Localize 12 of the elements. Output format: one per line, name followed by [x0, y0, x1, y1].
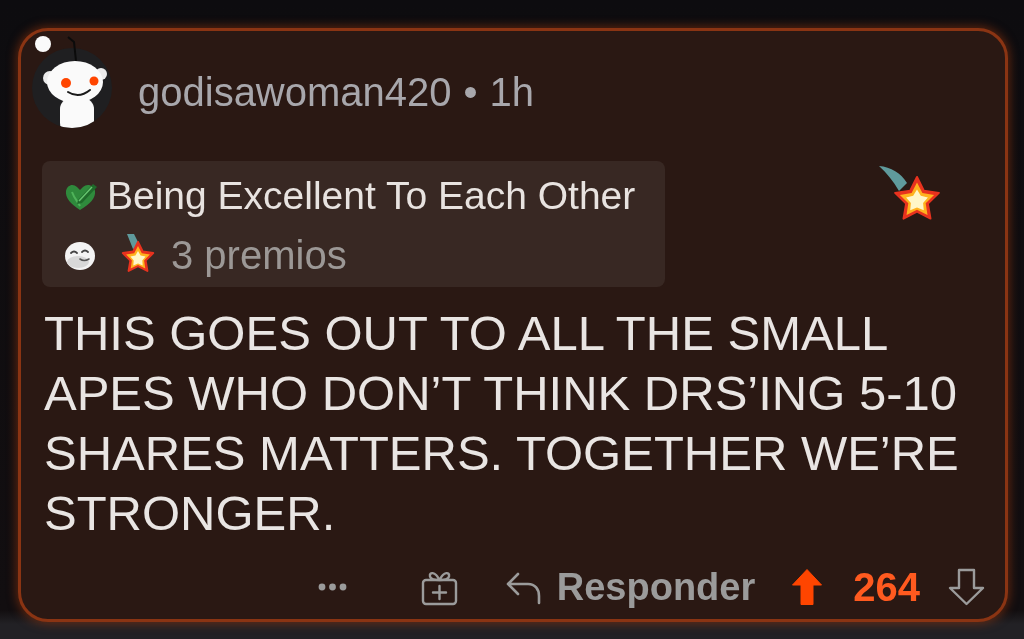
reply-button[interactable]: Responder: [504, 565, 756, 609]
username-link[interactable]: godisawoman420: [138, 69, 452, 115]
vote-score: 264: [853, 565, 920, 609]
award-count: 3 premios: [171, 233, 347, 277]
comment-text: THIS GOES OUT TO ALL THE SMALL APES WHO DON’T THINK DRS’ING 5-10 SHARES MATTERS. TOGETHER WE’RE STRONGER.: [44, 305, 960, 542]
more-icon[interactable]: [317, 583, 347, 591]
comment-age: 1h: [489, 69, 535, 115]
avatar-icon[interactable]: [30, 34, 114, 128]
downvote-icon[interactable]: [948, 568, 985, 606]
upvote-icon[interactable]: [791, 568, 824, 606]
award-title: Being Excellent To Each Other: [107, 174, 636, 218]
separator-dot: •: [463, 69, 478, 115]
